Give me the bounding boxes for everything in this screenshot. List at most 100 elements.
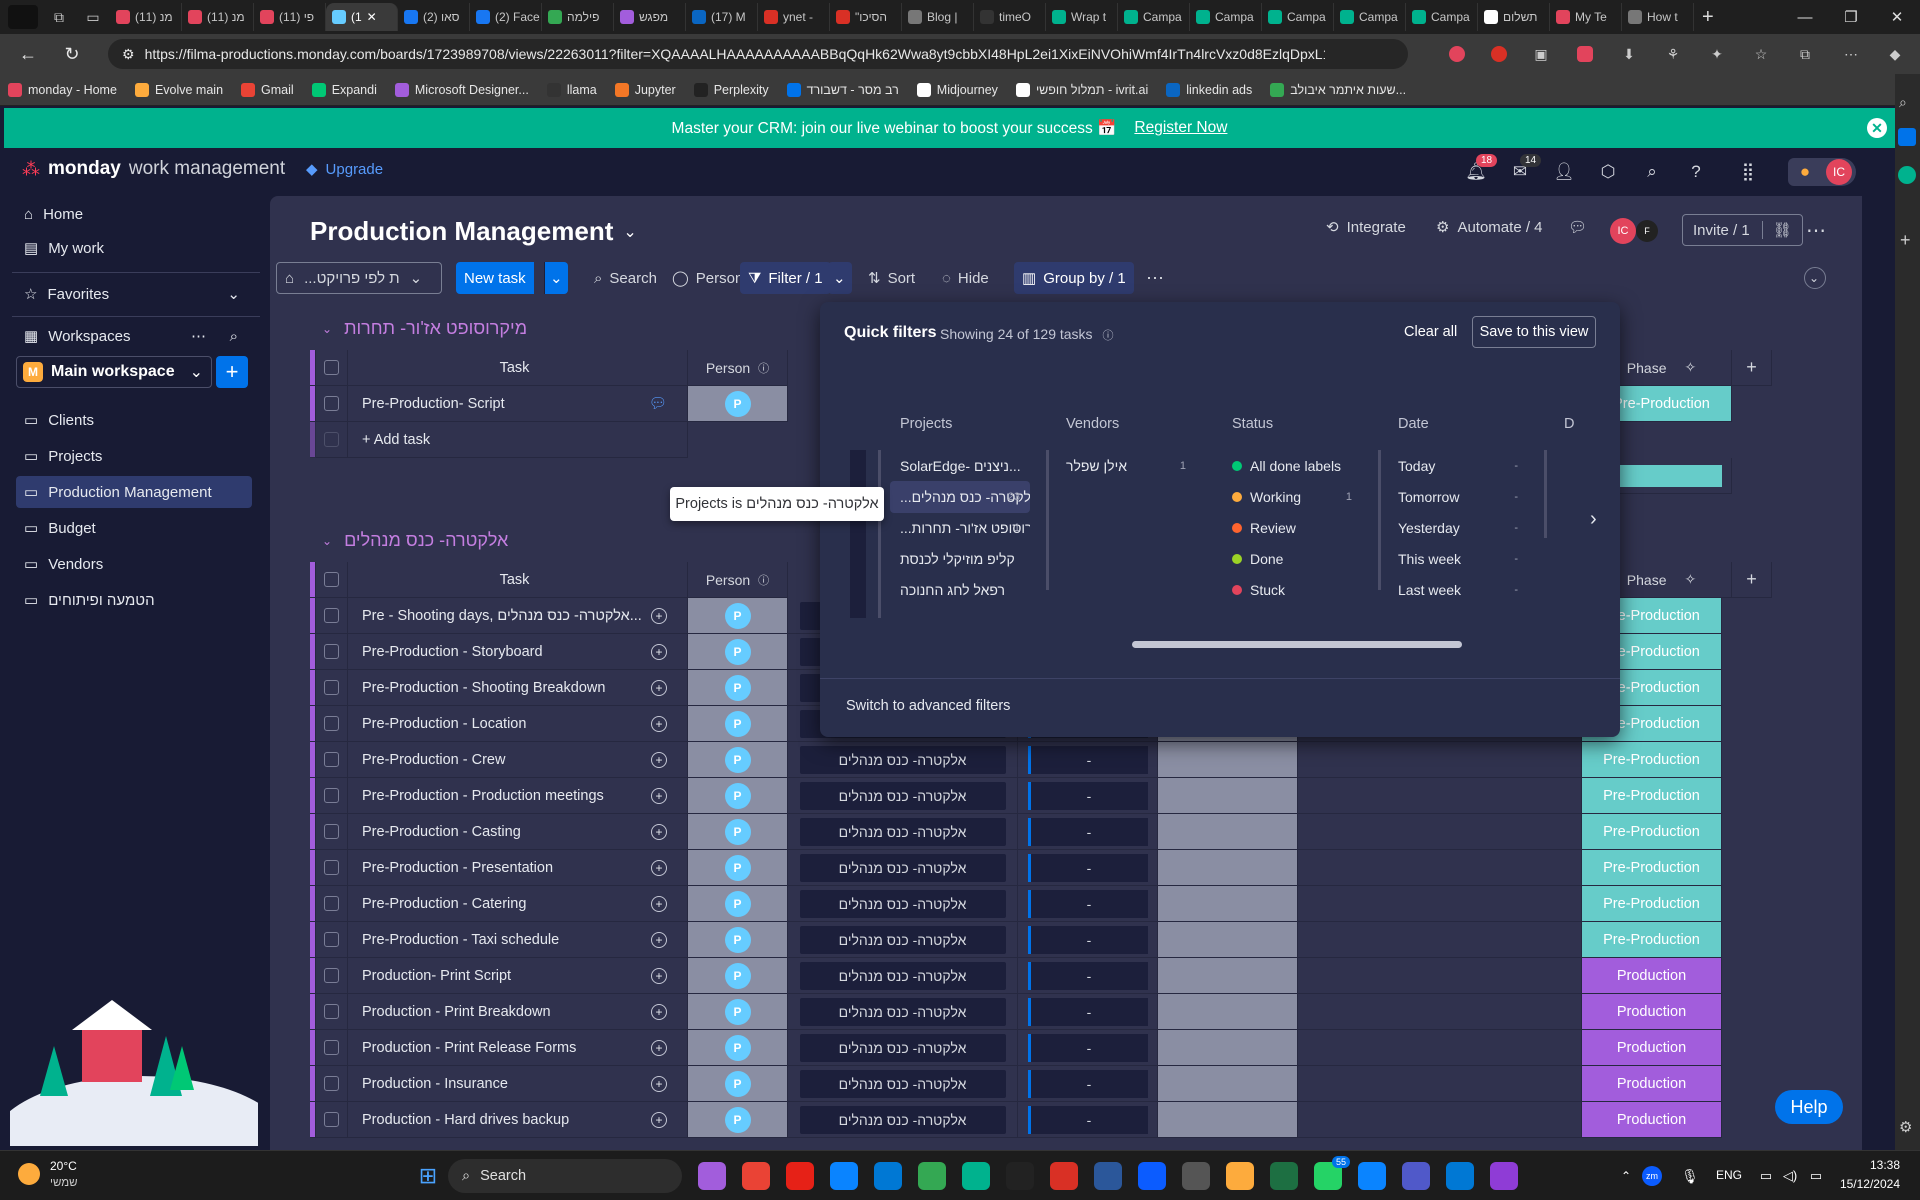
workspace-selector[interactable]: M Main workspace ⌄ <box>16 356 212 388</box>
date-cell[interactable] <box>1298 994 1582 1030</box>
date-cell[interactable] <box>1298 814 1582 850</box>
bookmark-item[interactable]: Evolve main <box>134 82 223 97</box>
clear-all-button[interactable]: Clear all <box>1404 324 1457 340</box>
new-task-dropdown[interactable]: ⌄ <box>544 262 568 294</box>
browser-tab[interactable]: מפגש <box>614 3 686 31</box>
table-row[interactable]: Production - Print Release Forms + P אלקטרה… <box>310 1030 1722 1066</box>
project-cell[interactable]: אלקטרה- כנס מנהלים <box>788 1030 1018 1066</box>
browser-tab[interactable]: (11) מנ <box>182 3 254 31</box>
group-title[interactable]: ⌄ מיקרוסופט אז'ור- תחרות <box>322 318 527 339</box>
language-indicator[interactable]: ENG <box>1716 1168 1742 1182</box>
vendor-cell[interactable]: - <box>1018 778 1158 814</box>
browser-tab[interactable]: How t <box>1622 3 1694 31</box>
volume-icon[interactable]: ◁) <box>1776 1162 1804 1190</box>
invite-button[interactable]: Invite / 1 ⛓ <box>1682 214 1803 246</box>
row-checkbox[interactable] <box>316 814 348 850</box>
add-update-icon[interactable]: + <box>651 1003 667 1020</box>
zoom-icon[interactable] <box>1138 1162 1166 1190</box>
checkbox[interactable] <box>324 896 339 911</box>
person-cell[interactable]: P <box>688 1066 788 1102</box>
filter-option[interactable]: Review <box>1222 512 1362 544</box>
project-cell[interactable]: אלקטרה- כנס מנהלים <box>788 778 1018 814</box>
sidebar-item-my-work[interactable]: ▤ My work <box>16 232 252 264</box>
add-workspace-item-button[interactable]: + <box>216 356 248 388</box>
bookmark-item[interactable]: llama <box>546 82 597 97</box>
filter-button[interactable]: ⧩ Filter / 1 <box>740 262 831 294</box>
task-cell[interactable]: Pre-Production- Script 💬︎ <box>348 386 688 422</box>
site-info-icon[interactable]: ⚙ <box>122 46 135 63</box>
task-cell[interactable]: Pre-Production - Catering + <box>348 886 688 922</box>
status-cell[interactable] <box>1158 1066 1298 1102</box>
filter-option[interactable]: All done labels <box>1222 450 1362 482</box>
table-row[interactable]: Production - Insurance + P אלקטרה- כנס מנהל… <box>310 1066 1722 1102</box>
battery-icon[interactable]: ▭ <box>1802 1162 1830 1190</box>
hide-button[interactable]: ◌ Hide <box>934 262 997 294</box>
group-title[interactable]: ⌄ אלקטרה- כנס מנהלים <box>322 530 508 551</box>
settings-icon[interactable]: ⚙ <box>1899 1118 1912 1136</box>
youtube-icon[interactable] <box>786 1162 814 1190</box>
table-row[interactable]: Pre-Production - Production meetings + P אל… <box>310 778 1722 814</box>
browser-tab[interactable]: (11) מנ <box>110 3 182 31</box>
board-members-avatars[interactable]: IC F <box>1610 218 1658 244</box>
phase-cell[interactable]: Pre-Production <box>1582 814 1722 850</box>
add-task-input[interactable]: + Add task <box>348 422 688 458</box>
sidebar-item-board[interactable]: ▭ Clients <box>16 404 252 436</box>
filter-option[interactable]: Working 1 <box>1222 481 1362 513</box>
extension-icon[interactable] <box>1446 43 1468 65</box>
select-all-checkbox[interactable] <box>316 350 348 386</box>
inbox-icon[interactable]: ✉ 14 <box>1506 154 1542 186</box>
add-update-icon[interactable]: + <box>651 931 667 948</box>
checkbox[interactable] <box>324 752 339 767</box>
status-cell[interactable] <box>1158 850 1298 886</box>
person-cell[interactable]: P <box>688 386 788 422</box>
bookmark-item[interactable]: Microsoft Designer... <box>394 82 529 97</box>
board-title[interactable]: Production Management ⌄ <box>310 216 637 247</box>
row-checkbox[interactable] <box>316 886 348 922</box>
filter-dropdown[interactable]: ⌄ <box>828 262 852 294</box>
bookmark-item[interactable]: monday - Home <box>8 82 117 97</box>
sidebar-item-favorites[interactable]: ☆ Favorites ⌄ <box>16 278 252 310</box>
checkbox[interactable] <box>324 680 339 695</box>
project-cell[interactable]: אלקטרה- כנס מנהלים <box>788 742 1018 778</box>
sidebar-item-board[interactable]: ▭ Production Management <box>16 476 252 508</box>
phase-cell[interactable]: Pre-Production <box>1582 922 1722 958</box>
add-update-icon[interactable]: + <box>651 967 667 984</box>
person-cell[interactable]: P <box>688 778 788 814</box>
table-row[interactable]: Production - Print Breakdown + P אלקטרה- כנ… <box>310 994 1722 1030</box>
link-icon[interactable]: ⛓ <box>1761 221 1792 239</box>
row-checkbox[interactable] <box>316 922 348 958</box>
task-cell[interactable]: Pre-Production - Shooting Breakdown + <box>348 670 688 706</box>
browser-tab[interactable]: (2) סאו <box>398 3 470 31</box>
bookmark-item[interactable]: Midjourney <box>916 82 998 97</box>
project-cell[interactable]: אלקטרה- כנס מנהלים <box>788 922 1018 958</box>
vendor-cell[interactable]: - <box>1018 958 1158 994</box>
browser-tab[interactable]: ynet - <box>758 3 830 31</box>
close-icon[interactable]: ✕ <box>1867 118 1887 138</box>
extensions-icon[interactable]: ✦ <box>1706 43 1728 65</box>
filter-option[interactable]: Yesterday - <box>1388 512 1528 544</box>
task-cell[interactable]: Production - Insurance + <box>348 1066 688 1102</box>
search-button[interactable]: ⌕ Search <box>586 262 665 294</box>
invite-members-icon[interactable]: 👤︎ <box>1550 158 1578 186</box>
row-checkbox[interactable] <box>316 1066 348 1102</box>
automate-button[interactable]: ⚙ Automate / 4 <box>1436 218 1543 237</box>
maps-icon[interactable] <box>962 1162 990 1190</box>
add-update-icon[interactable]: + <box>651 1111 667 1128</box>
date-cell[interactable] <box>1298 850 1582 886</box>
filter-option[interactable]: אילן שפלר 1 <box>1056 450 1196 482</box>
task-cell[interactable]: Pre-Production - Location + <box>348 706 688 742</box>
checkbox[interactable] <box>324 1112 339 1127</box>
zoom-tray-icon[interactable]: zm <box>1642 1166 1662 1186</box>
table-row[interactable]: Production- Print Script + P אלקטרה- כנס מנ… <box>310 958 1722 994</box>
status-cell[interactable] <box>1158 922 1298 958</box>
column-header-person[interactable]: Person ⓘ <box>688 350 788 386</box>
project-cell[interactable]: אלקטרה- כנס מנהלים <box>788 1066 1018 1102</box>
person-cell[interactable]: P <box>688 706 788 742</box>
new-task-button[interactable]: New task <box>456 262 534 294</box>
status-cell[interactable] <box>1158 1030 1298 1066</box>
save-to-view-button[interactable]: Save to this view <box>1472 316 1596 348</box>
profile-avatar[interactable]: IC <box>1822 158 1856 186</box>
browser-tab[interactable]: Campa <box>1334 3 1406 31</box>
add-column-icon[interactable]: + <box>1732 350 1772 386</box>
filter-option[interactable]: This week - <box>1388 543 1528 575</box>
